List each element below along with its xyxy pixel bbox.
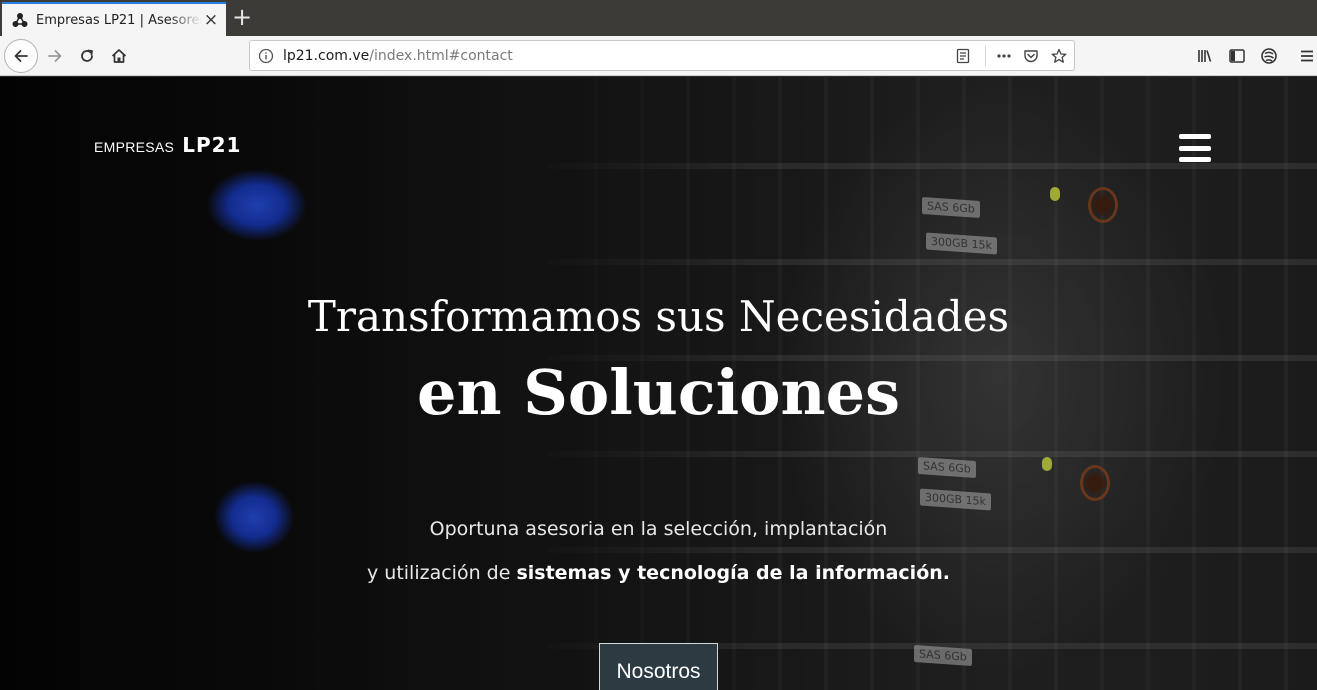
url-path: /index.html#contact: [369, 48, 513, 64]
library-button[interactable]: [1190, 41, 1220, 71]
hero-section: EMPRESAS LP21 Transformamos sus Necesida…: [0, 77, 1317, 690]
bookmark-star-icon[interactable]: [1051, 48, 1067, 64]
account-button[interactable]: [1254, 41, 1284, 71]
forward-button[interactable]: [40, 41, 70, 71]
hamburger-bar: [1179, 134, 1211, 139]
hero-tagline-line2: y utilización de sistemas y tecnología d…: [0, 559, 1317, 587]
pocket-icon[interactable]: [1023, 48, 1039, 64]
tab-strip: Empresas LP21 | Asesores × +: [0, 0, 1317, 36]
home-icon: [111, 49, 127, 63]
url-host: lp21.com.ve: [283, 48, 370, 64]
more-actions-icon[interactable]: [996, 48, 1012, 64]
logo-big-text: LP21: [182, 133, 242, 157]
site-menu-button[interactable]: [1179, 134, 1211, 162]
tagline-post: .: [942, 562, 950, 584]
back-button[interactable]: [4, 39, 38, 73]
lp21-favicon-icon: [12, 13, 28, 27]
hamburger-bar: [1179, 145, 1211, 151]
sidebar-button[interactable]: [1222, 41, 1252, 71]
arrow-right-icon: [48, 50, 62, 62]
site-logo[interactable]: EMPRESAS LP21: [94, 133, 241, 157]
home-button[interactable]: [104, 41, 134, 71]
info-icon[interactable]: [258, 48, 274, 64]
new-tab-button[interactable]: +: [230, 5, 254, 30]
tagline-bold: sistemas y tecnología de la información: [516, 562, 943, 584]
page-viewport: SAS 6Gb 300GB 15k SAS 6Gb 300GB 15k SAS …: [0, 77, 1317, 690]
menu-button[interactable]: [1292, 41, 1317, 71]
library-icon: [1198, 50, 1212, 62]
hero-headline: Transformamos sus Necesidades: [307, 292, 1010, 341]
reader-view-icon[interactable]: [955, 48, 971, 64]
tab-active[interactable]: Empresas LP21 | Asesores ×: [2, 2, 226, 36]
close-tab-icon[interactable]: ×: [202, 11, 220, 29]
tagline-pre: y utilización de: [367, 562, 517, 584]
sidebar-icon: [1229, 49, 1245, 63]
arrow-left-icon: [14, 50, 28, 62]
reload-button[interactable]: [72, 41, 102, 71]
hero-tagline-line1: Oportuna asesoria en la selección, impla…: [429, 518, 888, 540]
hamburger-bar: [1179, 157, 1211, 162]
reload-icon: [81, 49, 93, 62]
navigation-toolbar: lp21.com.ve/index.html#contact: [0, 36, 1317, 76]
hamburger-menu-icon: [1301, 50, 1313, 62]
logo-small-text: EMPRESAS: [94, 139, 175, 155]
account-icon: [1261, 48, 1277, 64]
hero-headline-strong: en Soluciones: [417, 356, 900, 429]
tab-title: Empresas LP21 | Asesores: [36, 12, 202, 28]
nosotros-button[interactable]: Nosotros: [599, 643, 718, 690]
urlbar-separator: [985, 46, 986, 66]
url-text[interactable]: lp21.com.ve/index.html#contact: [283, 47, 513, 65]
address-bar[interactable]: lp21.com.ve/index.html#contact: [249, 40, 1075, 71]
